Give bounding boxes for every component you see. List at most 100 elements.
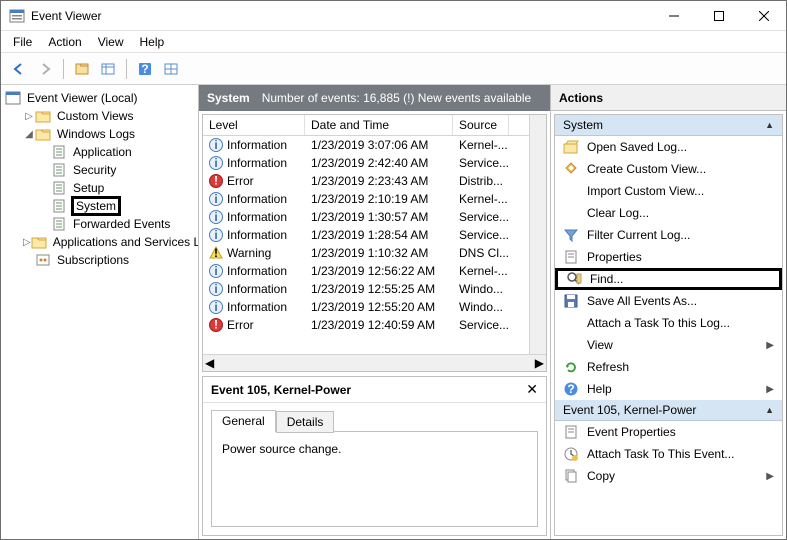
menu-view[interactable]: View — [90, 33, 132, 51]
toolbar-separator — [63, 59, 64, 79]
event-row[interactable]: iInformation1/23/2019 12:56:22 AMKernel-… — [203, 262, 529, 280]
show-tree-button[interactable] — [70, 57, 94, 81]
date-text: 1/23/2019 12:40:59 AM — [305, 318, 453, 332]
tab-details[interactable]: Details — [276, 411, 335, 433]
action-create-custom-view[interactable]: Create Custom View... — [555, 158, 782, 180]
svg-text:?: ? — [141, 62, 148, 76]
detail-title: Event 105, Kernel-Power — [211, 383, 526, 397]
tree-item-system[interactable]: System — [3, 197, 196, 215]
tree-item-windows-logs[interactable]: ◢ Windows Logs — [3, 125, 196, 143]
action-attach-a-task-to-this-log[interactable]: Attach a Task To this Log... — [555, 312, 782, 334]
date-text: 1/23/2019 2:42:40 AM — [305, 156, 453, 170]
date-text: 1/23/2019 1:10:32 AM — [305, 246, 453, 260]
open-icon — [563, 139, 579, 155]
center-pane: System Number of events: 16,885 (!) New … — [199, 85, 551, 539]
actions-section-header[interactable]: System▲ — [555, 115, 782, 136]
event-row[interactable]: iInformation1/23/2019 2:42:40 AMService.… — [203, 154, 529, 172]
column-source[interactable]: Source — [453, 115, 509, 135]
action-copy[interactable]: Copy▶ — [555, 465, 782, 487]
tree-item-applications-and-services-lo[interactable]: ▷Applications and Services Lo — [3, 233, 196, 251]
action-label: Filter Current Log... — [587, 228, 774, 242]
column-date[interactable]: Date and Time — [305, 115, 453, 135]
minimize-button[interactable] — [651, 1, 696, 31]
maximize-button[interactable] — [696, 1, 741, 31]
tree-label: Windows Logs — [55, 127, 137, 141]
menu-help[interactable]: Help — [132, 33, 173, 51]
action-refresh[interactable]: Refresh — [555, 356, 782, 378]
event-row[interactable]: iInformation1/23/2019 3:07:06 AMKernel-.… — [203, 136, 529, 154]
tree-item-custom-views[interactable]: ▷Custom Views — [3, 107, 196, 125]
tree-item-forwarded-events[interactable]: Forwarded Events — [3, 215, 196, 233]
source-text: DNS Cl... — [453, 246, 509, 260]
date-text: 1/23/2019 3:07:06 AM — [305, 138, 453, 152]
source-text: Service... — [453, 228, 509, 242]
action-help[interactable]: ?Help▶ — [555, 378, 782, 400]
event-row[interactable]: iInformation1/23/2019 2:10:19 AMKernel-.… — [203, 190, 529, 208]
forward-button[interactable] — [33, 57, 57, 81]
event-row[interactable]: ! Warning 1/23/2019 1:10:32 AMDNS Cl... — [203, 244, 529, 262]
collapse-icon[interactable]: ▲ — [765, 120, 774, 130]
tree-item-setup[interactable]: Setup — [3, 179, 196, 197]
event-row[interactable]: iInformation1/23/2019 12:55:25 AMWindo..… — [203, 280, 529, 298]
event-row[interactable]: iInformation1/23/2019 12:55:20 AMWindo..… — [203, 298, 529, 316]
column-level[interactable]: Level — [203, 115, 305, 135]
close-detail-button[interactable]: ✕ — [526, 381, 538, 398]
menu-action[interactable]: Action — [40, 33, 89, 51]
help-button[interactable]: ? — [133, 57, 157, 81]
date-text: 1/23/2019 2:10:19 AM — [305, 192, 453, 206]
level-text: Information — [227, 210, 287, 224]
level-text: Information — [227, 138, 287, 152]
action-event-properties[interactable]: Event Properties — [555, 421, 782, 443]
back-button[interactable] — [7, 57, 31, 81]
tree-item-subscriptions[interactable]: Subscriptions — [3, 251, 196, 269]
action-open-saved-log[interactable]: Open Saved Log... — [555, 136, 782, 158]
event-row[interactable]: iInformation1/23/2019 1:30:57 AMService.… — [203, 208, 529, 226]
folder-icon — [35, 126, 51, 142]
level-text: Warning — [227, 246, 271, 260]
action-properties[interactable]: Properties — [555, 246, 782, 268]
tree-root[interactable]: Event Viewer (Local) — [3, 89, 196, 107]
scroll-right-icon[interactable]: ▶ — [535, 356, 544, 370]
action-clear-log[interactable]: Clear Log... — [555, 202, 782, 224]
event-row[interactable]: iInformation1/23/2019 1:28:54 AMService.… — [203, 226, 529, 244]
action-import-custom-view[interactable]: Import Custom View... — [555, 180, 782, 202]
source-text: Service... — [453, 210, 509, 224]
action-label: Event Properties — [587, 425, 774, 439]
event-row[interactable]: !Error1/23/2019 12:40:59 AMService... — [203, 316, 529, 334]
svg-text:!: ! — [214, 318, 218, 332]
action-view[interactable]: View▶ — [555, 334, 782, 356]
action-attach-task-to-this-event[interactable]: Attach Task To This Event... — [555, 443, 782, 465]
action-label: Refresh — [587, 360, 774, 374]
scroll-left-icon[interactable]: ◀ — [205, 356, 214, 370]
actions-title: Actions — [551, 85, 786, 111]
tab-general[interactable]: General — [211, 410, 276, 432]
svg-text:i: i — [214, 300, 217, 314]
tree-item-security[interactable]: Security — [3, 161, 196, 179]
horizontal-scrollbar[interactable]: ◀ ▶ — [203, 354, 546, 371]
vertical-scrollbar[interactable] — [529, 115, 546, 354]
close-button[interactable] — [741, 1, 786, 31]
action-filter-current-log[interactable]: Filter Current Log... — [555, 224, 782, 246]
warn-icon: ! — [209, 246, 223, 260]
save-icon — [563, 293, 579, 309]
source-text: Distrib... — [453, 174, 509, 188]
log-icon — [51, 198, 67, 214]
tree-item-application[interactable]: Application — [3, 143, 196, 161]
tree-expander[interactable]: ◢ — [23, 129, 35, 140]
actions-section-header[interactable]: Event 105, Kernel-Power▲ — [555, 400, 782, 421]
tree-expander[interactable]: ▷ — [23, 237, 31, 248]
event-rows[interactable]: i Information 1/23/2019 3:07:06 AM Kernel-.… — [203, 136, 529, 354]
level-text: Information — [227, 282, 287, 296]
menu-file[interactable]: File — [5, 33, 40, 51]
source-text: Kernel-... — [453, 192, 509, 206]
view-columns-button[interactable] — [96, 57, 120, 81]
collapse-icon[interactable]: ▲ — [765, 405, 774, 415]
title-bar: Event Viewer — [1, 1, 786, 31]
level-text: Information — [227, 192, 287, 206]
tree-expander[interactable]: ▷ — [23, 111, 35, 122]
attach-icon — [563, 446, 579, 462]
action-save-all-events-as[interactable]: Save All Events As... — [555, 290, 782, 312]
event-row[interactable]: !Error1/23/2019 2:23:43 AMDistrib... — [203, 172, 529, 190]
view-layout-button[interactable] — [159, 57, 183, 81]
action-find[interactable]: Find... — [555, 268, 782, 290]
